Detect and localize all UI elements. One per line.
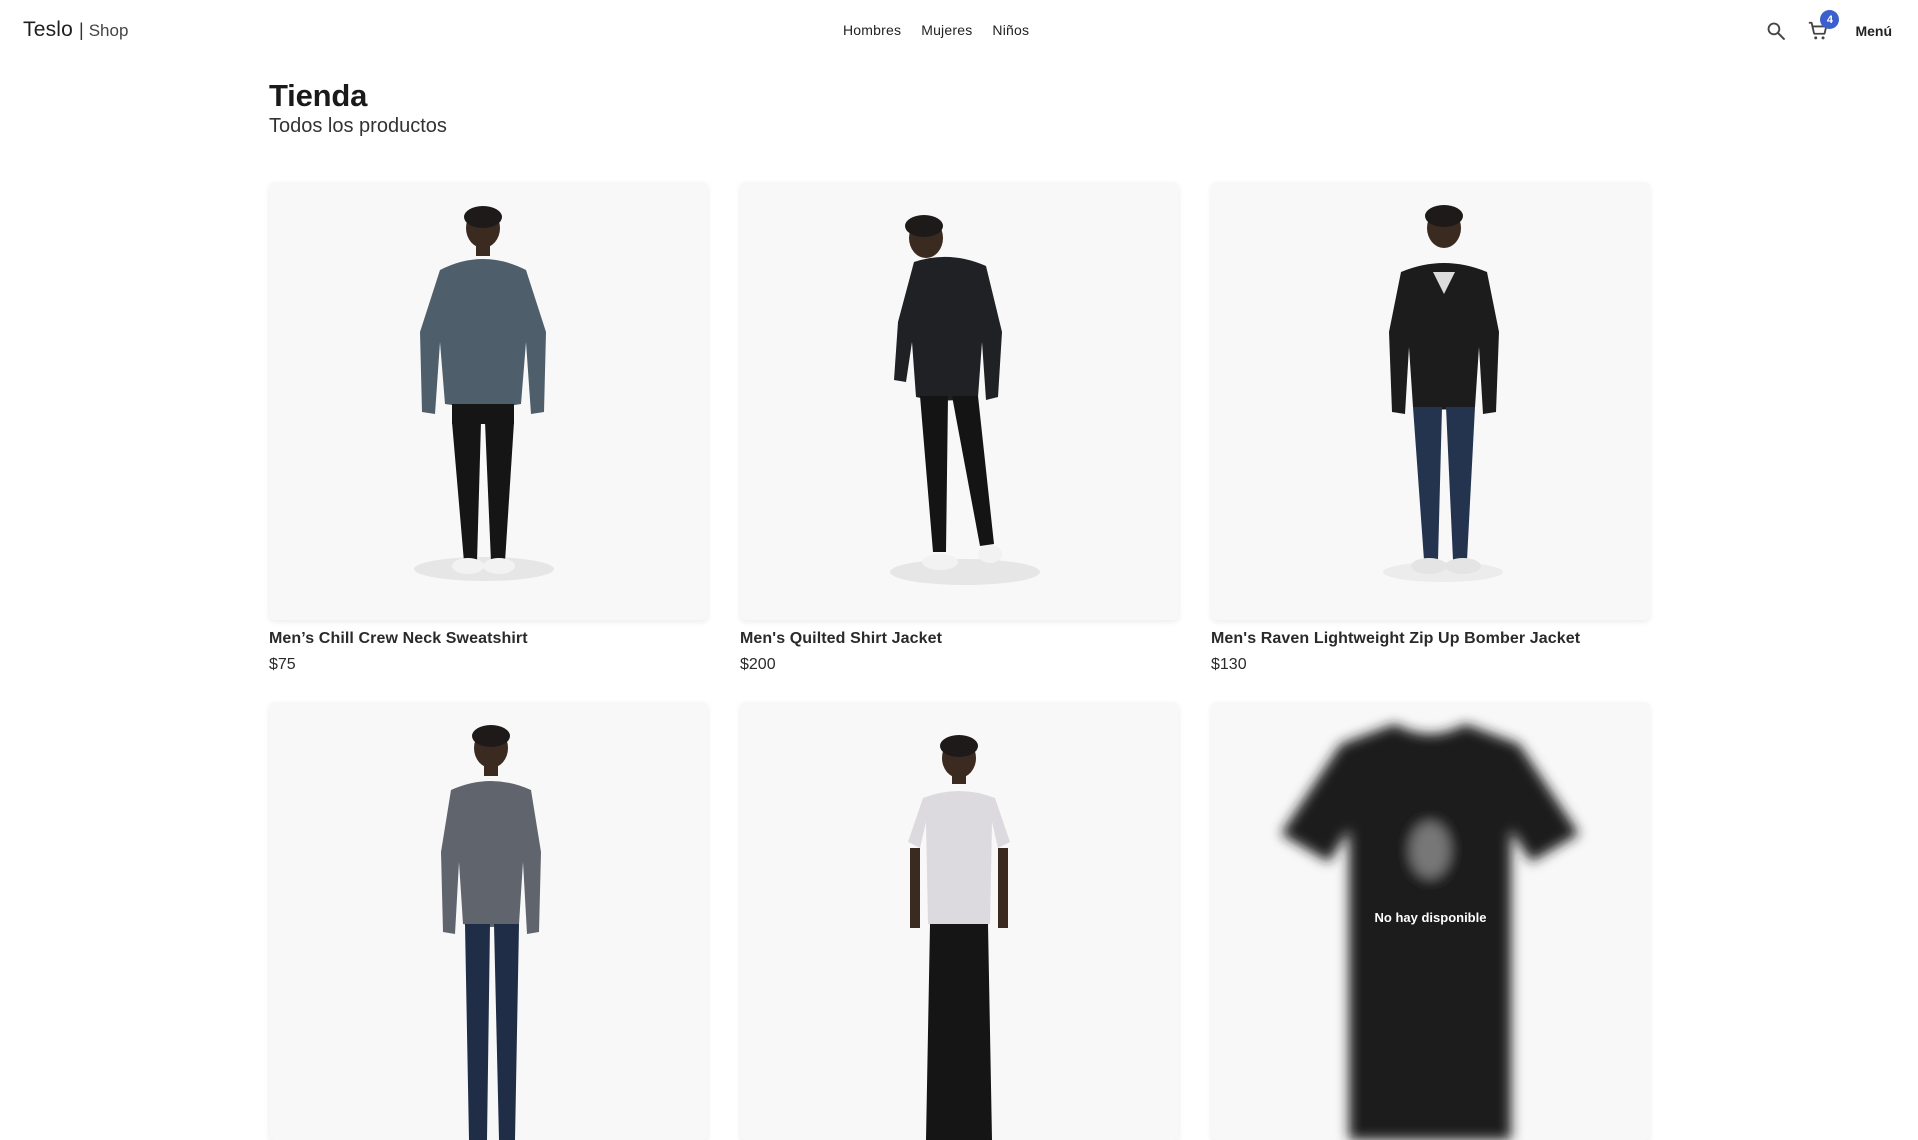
product-card[interactable]: Men’s Chill Crew Neck Sweatshirt $75 <box>269 182 708 674</box>
product-price: $130 <box>1211 656 1247 673</box>
cart-button[interactable]: 4 <box>1801 10 1840 48</box>
menu-button[interactable]: Menú <box>1855 23 1892 39</box>
product-card[interactable]: Men's Raven Lightweight Zip Up Bomber Ja… <box>1211 182 1650 674</box>
product-grid: Men’s Chill Crew Neck Sweatshirt $75 Men… <box>269 182 1650 1140</box>
navbar: Teslo | Shop Hombres Mujeres Niños 4 Men… <box>0 0 1918 62</box>
product-price: $75 <box>269 656 296 673</box>
brand-name: Teslo <box>23 18 74 41</box>
search-button[interactable] <box>1759 14 1793 48</box>
product-card[interactable]: Men's Quilted Shirt Jacket $200 <box>740 182 1179 674</box>
product-image[interactable] <box>1211 182 1650 620</box>
product-image[interactable] <box>269 182 708 620</box>
brand-separator: | <box>79 20 84 40</box>
product-image[interactable] <box>269 702 708 1140</box>
product-title[interactable]: Men's Raven Lightweight Zip Up Bomber Ja… <box>1211 630 1650 648</box>
nav-link-hombres[interactable]: Hombres <box>843 22 911 38</box>
brand-subtitle: Shop <box>88 21 129 40</box>
product-card[interactable] <box>740 702 1179 1140</box>
page-subtitle: Todos los productos <box>269 115 447 137</box>
product-card[interactable] <box>269 702 708 1140</box>
product-image[interactable] <box>740 182 1179 620</box>
product-title[interactable]: Men’s Chill Crew Neck Sweatshirt <box>269 630 708 648</box>
search-icon <box>1768 22 1786 40</box>
product-price: $200 <box>740 656 776 673</box>
unavailable-label: No hay disponible <box>1374 910 1487 925</box>
product-title[interactable]: Men's Quilted Shirt Jacket <box>740 630 1179 648</box>
cart-count-badge: 4 <box>1820 10 1840 29</box>
category-nav: Hombres Mujeres Niños <box>843 22 1039 38</box>
navbar-actions: 4 Menú <box>1759 10 1892 48</box>
brand-logo-link[interactable]: Teslo | Shop <box>23 18 128 42</box>
product-image[interactable] <box>740 702 1179 1140</box>
nav-link-ninos[interactable]: Niños <box>982 22 1039 38</box>
page-title: Tienda <box>269 78 368 113</box>
product-image[interactable]: No hay disponible <box>1211 702 1650 1140</box>
nav-link-mujeres[interactable]: Mujeres <box>911 22 982 38</box>
product-card[interactable]: No hay disponible <box>1211 702 1650 1140</box>
